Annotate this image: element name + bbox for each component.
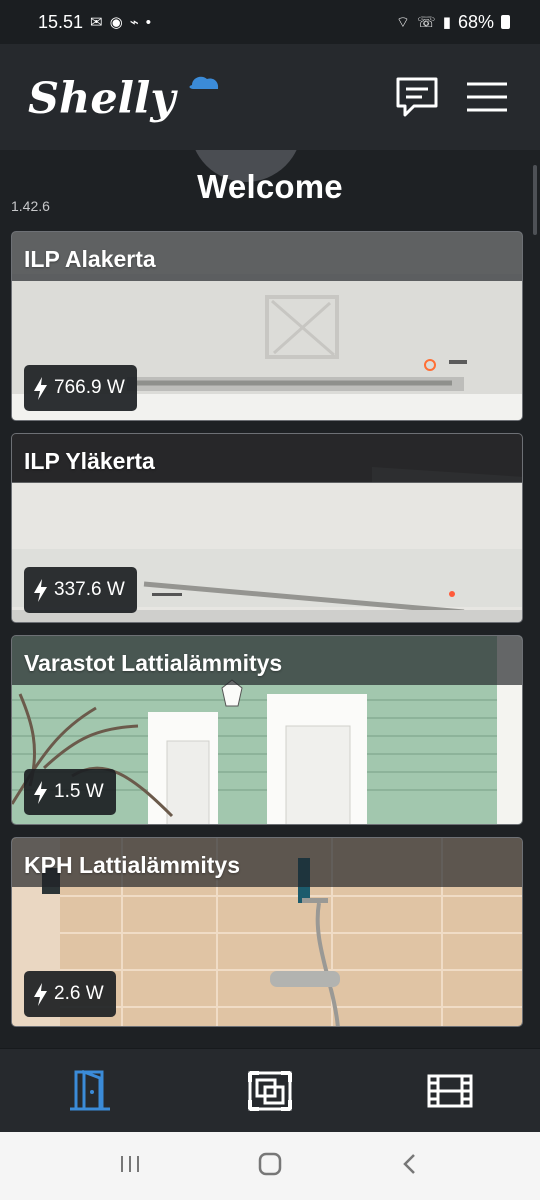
- chat-button[interactable]: [392, 71, 442, 121]
- dot-icon: •: [145, 13, 152, 31]
- power-badge: 337.6 W: [24, 567, 137, 613]
- lightning-icon: [34, 780, 47, 804]
- media-tab[interactable]: [419, 1060, 481, 1122]
- logo-text: Shelly: [28, 74, 178, 124]
- room-card-varastot[interactable]: Varastot Lattialämmitys 1.5 W: [11, 635, 523, 825]
- signal-icon: ▮: [442, 13, 451, 31]
- content-scrollbar[interactable]: [533, 165, 537, 235]
- lightning-icon: [34, 982, 47, 1006]
- scenes-tab[interactable]: [239, 1060, 301, 1122]
- battery-percentage: 68%: [457, 11, 494, 32]
- status-bar: 15.51 ✉ ◉ ⌁ • ⌔ ☏ ▮ 68%: [0, 0, 540, 44]
- power-value: 1.5 W: [54, 781, 104, 802]
- home-icon: [258, 1152, 282, 1175]
- room-card-ilp-alakerta[interactable]: ILP Alakerta 766.9 W: [11, 231, 523, 421]
- power-value: 766.9 W: [54, 377, 125, 398]
- rooms-content[interactable]: Welcome 1.42.6 ILP Alakerta 766.9 W ILP …: [0, 150, 540, 1048]
- app-header: Shelly: [0, 44, 540, 150]
- android-navigation: [0, 1132, 540, 1200]
- lightning-icon: [34, 578, 47, 602]
- rooms-tab[interactable]: [59, 1060, 121, 1122]
- room-card-kph[interactable]: KPH Lattialämmitys 2.6 W: [11, 837, 523, 1027]
- power-value: 337.6 W: [54, 579, 125, 600]
- wifi-icon: ⌔: [395, 13, 410, 31]
- welcome-title: Welcome: [197, 168, 343, 205]
- recent-apps-icon: [120, 1155, 139, 1172]
- power-badge: 766.9 W: [24, 365, 137, 411]
- status-left: 15.51 ✉ ◉ ⌁ •: [38, 12, 151, 33]
- home-button[interactable]: [257, 1151, 283, 1182]
- power-value: 2.6 W: [54, 983, 104, 1004]
- room-title: Varastot Lattialämmitys: [24, 650, 283, 676]
- whatsapp-icon: ◉: [109, 13, 123, 31]
- battery-icon: [501, 15, 510, 29]
- shield-icon: ⌁: [129, 13, 139, 31]
- power-badge: 1.5 W: [24, 769, 116, 815]
- back-icon: [403, 1153, 416, 1174]
- shelly-logo: Shelly: [28, 74, 219, 124]
- app-version: 1.42.6: [11, 198, 50, 214]
- media-icon: [427, 1074, 473, 1107]
- recent-apps-button[interactable]: [118, 1152, 142, 1181]
- room-card-ilp-ylakerta[interactable]: ILP Yläkerta 337.6 W: [11, 433, 523, 623]
- back-button[interactable]: [398, 1152, 422, 1181]
- rooms-icon: [70, 1069, 110, 1110]
- chat-icon: [396, 77, 438, 117]
- status-time: 15.51: [38, 11, 84, 32]
- menu-button[interactable]: [463, 71, 513, 121]
- call-icon: ☏: [416, 13, 436, 31]
- room-title: KPH Lattialämmitys: [24, 852, 241, 878]
- cloud-icon: [189, 76, 219, 89]
- status-right: ⌔ ☏ ▮ 68%: [396, 12, 510, 33]
- bottom-navigation: [0, 1048, 540, 1132]
- scenes-icon: [248, 1070, 292, 1111]
- menu-icon: [467, 82, 507, 112]
- room-title: ILP Yläkerta: [24, 448, 155, 474]
- power-badge: 2.6 W: [24, 971, 116, 1017]
- lightning-icon: [34, 376, 47, 400]
- message-icon: ✉: [90, 13, 103, 31]
- room-title: ILP Alakerta: [24, 246, 156, 272]
